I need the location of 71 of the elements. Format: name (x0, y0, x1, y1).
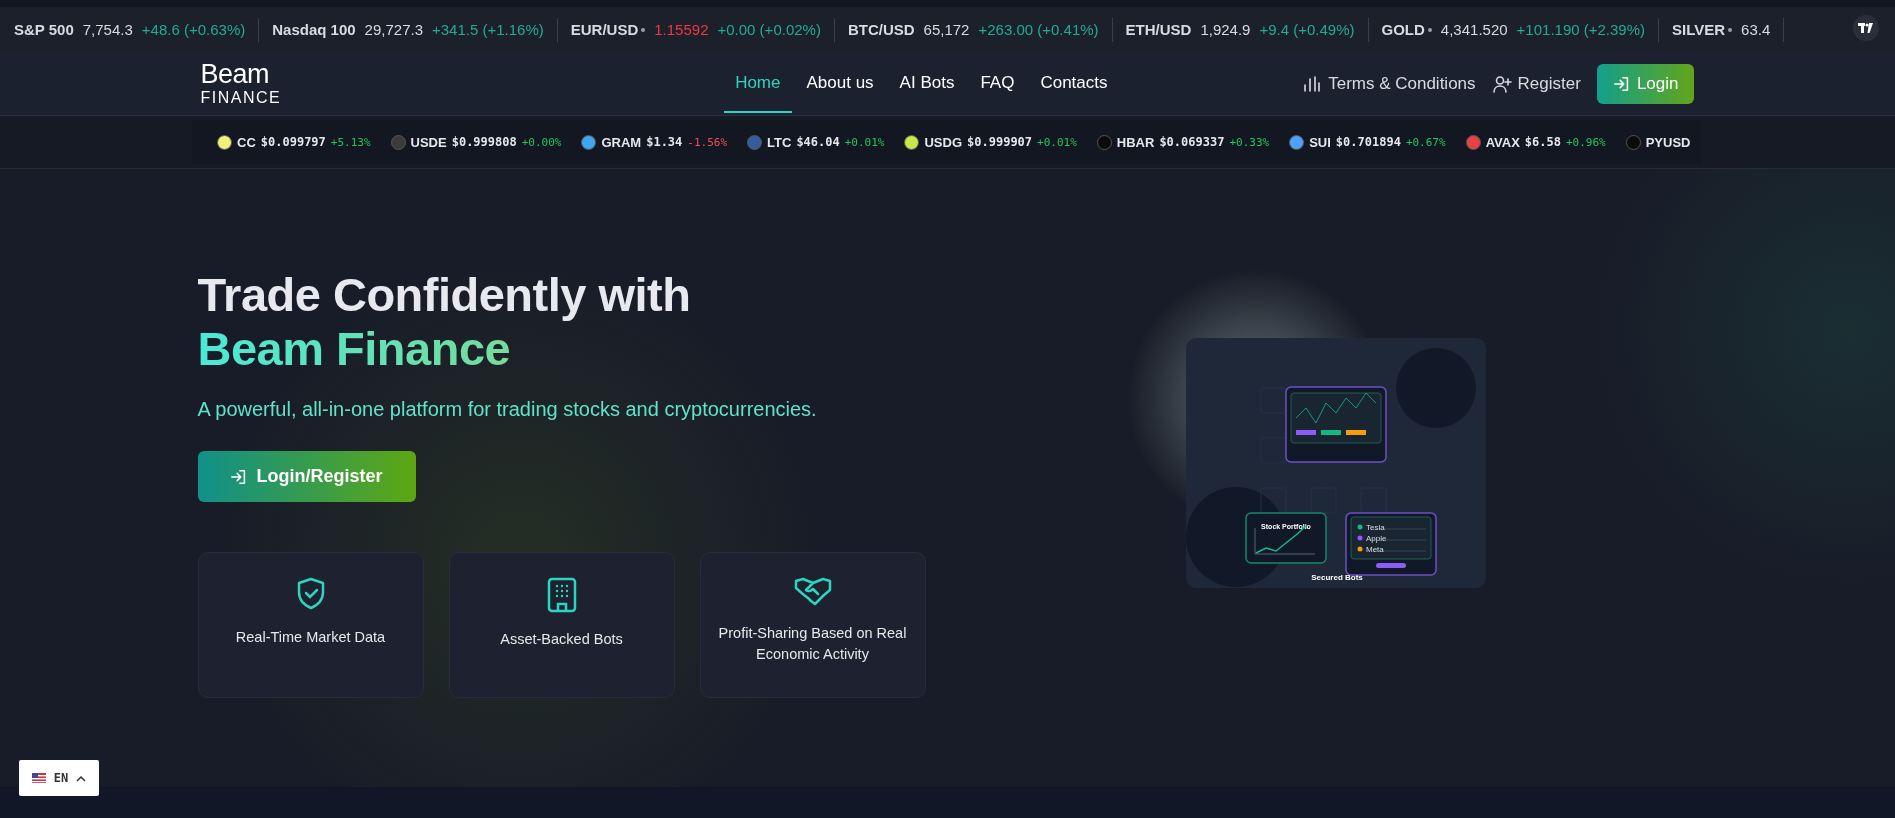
chevron-up-icon (76, 774, 87, 782)
ticker-price: 4,341.520 (1440, 21, 1508, 38)
flag-icon (31, 773, 46, 783)
ticker-symbol[interactable]: SILVER (1672, 21, 1726, 38)
coin-change: +0.00% (521, 135, 562, 149)
ticker-change: +48.6 (+0.63%) (141, 21, 246, 38)
ticker-price: 65,172 (923, 21, 970, 38)
holding-name: Apple (1365, 534, 1386, 543)
register-link[interactable]: Register (1491, 73, 1581, 94)
ticker-change: +263.00 (+0.41%) (978, 21, 1099, 38)
ticker-price: 1,924.9 (1200, 21, 1251, 38)
coin-change: -1.56% (687, 135, 728, 149)
ticker-symbol[interactable]: EUR/USD (570, 21, 639, 38)
coin-symbol[interactable]: PYUSD (1645, 134, 1691, 150)
ticker-symbol[interactable]: ETH/USD (1125, 21, 1192, 38)
coin-symbol[interactable]: HBAR (1116, 134, 1155, 150)
coin-price: $0.099797 (260, 135, 326, 149)
coin-change: +0.67% (1405, 135, 1446, 149)
coin-symbol[interactable]: SUI (1309, 134, 1331, 150)
holding-name: Meta (1365, 545, 1384, 554)
coin-change: +0.01% (1037, 135, 1077, 149)
feature-label: Asset-Backed Bots (499, 630, 624, 650)
user-plus-icon (1491, 73, 1512, 94)
ticker-symbol[interactable]: Nasdaq 100 (272, 21, 356, 38)
coin-symbol[interactable]: USDG (924, 134, 963, 150)
ticker-symbol[interactable]: BTC/USD (847, 21, 915, 38)
nav-link[interactable]: Home (724, 54, 792, 113)
handshake-icon (793, 577, 832, 608)
ticker-symbol[interactable]: GOLD (1381, 21, 1425, 38)
ticker-change: +341.5 (+1.16%) (432, 21, 544, 38)
coin-change: +0.01% (844, 135, 885, 149)
coin-symbol[interactable]: AVAX (1485, 134, 1520, 150)
coin-symbol[interactable]: USDE (410, 134, 447, 150)
coin-change: +0.33% (1229, 135, 1270, 149)
logo[interactable]: Beam FINANCE (200, 61, 511, 106)
feature-label: Profit-Sharing Based on Real Economic Activity (717, 624, 908, 665)
hero-title: Trade Confidently with (197, 267, 691, 322)
language-selector[interactable]: EN (19, 760, 99, 796)
coin-price: $6.58 (1524, 135, 1561, 149)
holding-name: Tesla (1365, 523, 1385, 532)
coin-price: $0.999808 (451, 135, 517, 149)
bar-chart-icon (1302, 73, 1323, 94)
coin-change: +5.13% (330, 135, 371, 149)
ticker-symbol[interactable]: S&P 500 (14, 21, 74, 38)
coin-price: $0.701894 (1335, 135, 1401, 149)
ticker-price: 1.15592 (654, 21, 709, 38)
illustration-caption: Secured Bots (1310, 573, 1363, 582)
coin-symbol[interactable]: CC (237, 134, 256, 150)
ticker-price: 29,727.3 (364, 21, 423, 38)
feature-label: Real-Time Market Data (234, 628, 387, 648)
nav-link[interactable]: FAQ (969, 54, 1026, 113)
nav-link[interactable]: About us (795, 54, 885, 113)
coin-price: $46.04 (796, 135, 840, 149)
coin-price: $0.999907 (967, 135, 1033, 149)
ticker-price: 7,754.3 (82, 21, 133, 38)
terms-link[interactable]: Terms & Conditions (1302, 73, 1476, 94)
shield-check-icon (295, 577, 326, 612)
coin-change: +0.96% (1565, 135, 1606, 149)
coin-symbol[interactable]: LTC (767, 134, 792, 150)
nav-link[interactable]: AI Bots (888, 54, 966, 113)
ticker-change: +9.4 (+0.49%) (1259, 21, 1355, 38)
login-icon (1612, 74, 1631, 93)
building-icon (546, 577, 577, 614)
hero-subtitle: A powerful, all-in-one platform for trading stocks and cryptocurrencies. (197, 398, 817, 422)
coin-symbol[interactable]: GRAM (601, 134, 642, 150)
coin-price: $0.069337 (1159, 135, 1225, 149)
coin-price: $1.34 (646, 135, 683, 149)
ticker-change: +0.00 (+0.02%) (717, 21, 821, 38)
ticker-price: 63.4 (1741, 21, 1771, 38)
ticker-change: +101.190 (+2.39%) (1516, 21, 1646, 38)
nav-link[interactable]: Contacts (1029, 54, 1119, 113)
